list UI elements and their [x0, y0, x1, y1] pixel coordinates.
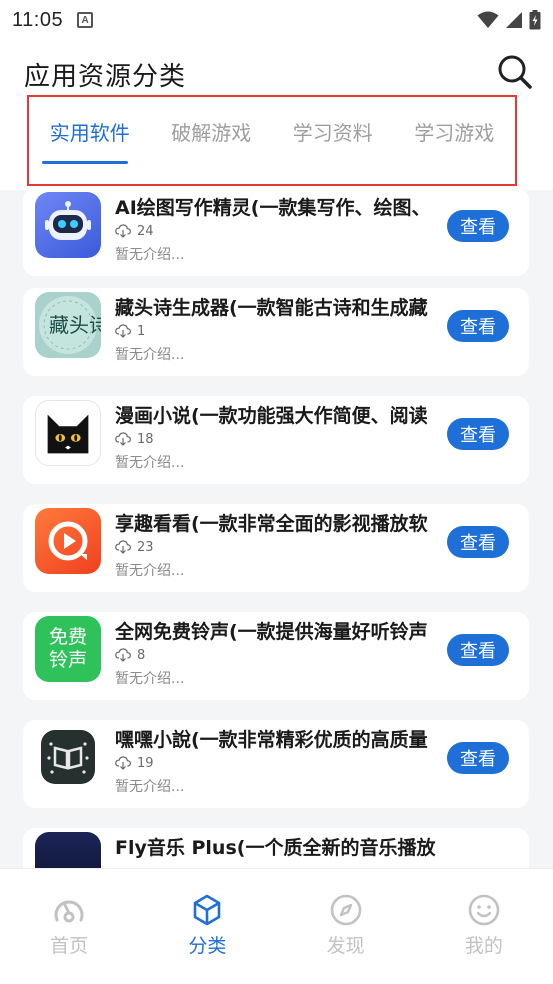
app-description: 暂无介绍...	[115, 779, 185, 795]
tab-utility-software[interactable]: 实用软件	[29, 97, 151, 164]
compass-icon	[330, 894, 361, 926]
nav-profile[interactable]: 我的	[415, 869, 553, 984]
list-item[interactable]: 漫画小说(一款功能强大作简便、阅读 18 暂无介绍... 查看	[23, 396, 529, 484]
list-item[interactable]: 嘿嘿小說(一款非常精彩优质的高质量 19 暂无介绍... 查看	[23, 720, 529, 808]
download-count: 8	[115, 647, 145, 663]
view-button[interactable]: 查看	[447, 418, 509, 450]
app-description: 暂无介绍...	[115, 347, 185, 363]
list-item[interactable]: 藏头诗 藏头诗生成器(一款智能古诗和生成藏 1 暂无介绍... 查看	[23, 288, 529, 376]
search-icon	[498, 55, 532, 89]
smile-icon	[468, 894, 500, 926]
app-name: 享趣看看(一款非常全面的影视播放软	[115, 513, 428, 535]
poem-icon-text: 藏头诗	[49, 313, 101, 337]
view-button[interactable]: 查看	[447, 526, 509, 558]
view-button[interactable]: 查看	[447, 634, 509, 666]
view-button[interactable]: 查看	[447, 210, 509, 242]
page-title: 应用资源分类	[24, 62, 187, 92]
app-description: 暂无介绍...	[115, 247, 185, 263]
cloud-download-icon	[115, 324, 131, 338]
app-name: 漫画小说(一款功能强大作简便、阅读	[115, 405, 428, 427]
tab-active-indicator	[42, 161, 128, 164]
download-count: 23	[115, 539, 154, 555]
battery-icon	[529, 10, 541, 30]
download-count-value: 19	[137, 755, 154, 771]
tab-learning-games[interactable]: 学习游戏	[394, 97, 516, 146]
tab-label: 破解游戏	[171, 121, 252, 145]
download-count: 18	[115, 431, 154, 447]
app-description: 暂无介绍...	[115, 455, 185, 471]
list-item[interactable]: AI绘图写作精灵(一款集写作、绘图、 24 暂无介绍... 查看	[23, 190, 529, 276]
cloud-download-icon	[115, 648, 131, 662]
view-button[interactable]: 查看	[447, 742, 509, 774]
download-count-value: 24	[137, 223, 154, 239]
poem-icon: 藏头诗	[35, 292, 101, 358]
ringtone-icon: 免费铃声	[35, 616, 101, 682]
download-count: 1	[115, 323, 145, 339]
status-bar: 11:05 A	[0, 0, 553, 40]
wifi-icon	[477, 11, 499, 28]
app-name: 全网免费铃声(一款提供海量好听铃声	[115, 621, 428, 643]
app-description: 暂无介绍...	[115, 671, 185, 687]
header: 应用资源分类 实用软件 破解游戏 学习资料 学习游戏	[0, 40, 553, 190]
cloud-download-icon	[115, 432, 131, 446]
nav-label: 首页	[50, 935, 89, 957]
app-description: 暂无介绍...	[115, 563, 185, 579]
view-button[interactable]: 查看	[447, 310, 509, 342]
download-count-value: 8	[137, 647, 146, 663]
home-icon	[54, 900, 84, 923]
notification-app-icon: A	[77, 12, 94, 28]
tab-study-materials[interactable]: 学习资料	[272, 97, 394, 146]
book-icon	[35, 724, 101, 790]
download-count-value: 18	[137, 431, 154, 447]
robot-icon	[35, 192, 101, 258]
app-name: AI绘图写作精灵(一款集写作、绘图、	[115, 197, 431, 219]
category-icon	[194, 894, 221, 926]
nav-label: 我的	[464, 935, 503, 957]
cat-icon	[35, 400, 101, 466]
ringtone-icon-text: 免费铃声	[48, 626, 87, 671]
download-count: 24	[115, 223, 154, 239]
bottom-nav: 首页 分类 发现 我的	[0, 868, 553, 984]
cloud-download-icon	[115, 540, 131, 554]
nav-discover[interactable]: 发现	[277, 869, 415, 984]
status-time: 11:05	[12, 8, 64, 31]
download-count-value: 1	[137, 323, 146, 339]
cloud-download-icon	[115, 224, 131, 238]
app-list[interactable]: AI绘图写作精灵(一款集写作、绘图、 24 暂无介绍... 查看 藏头诗 藏头诗…	[0, 190, 553, 868]
nav-label: 发现	[326, 935, 365, 957]
tab-label: 学习资料	[292, 121, 373, 145]
tab-label: 实用软件	[49, 121, 130, 145]
play-icon	[35, 508, 101, 574]
nav-category[interactable]: 分类	[138, 869, 276, 984]
signal-icon	[506, 12, 522, 28]
cloud-download-icon	[115, 756, 131, 770]
download-count: 19	[115, 755, 154, 771]
list-item[interactable]: Fly音乐 Plus(一个质全新的音乐播放	[23, 828, 529, 868]
nav-label: 分类	[188, 935, 227, 957]
list-item[interactable]: 享趣看看(一款非常全面的影视播放软 23 暂无介绍... 查看	[23, 504, 529, 592]
download-count-value: 23	[137, 539, 154, 555]
app-name: 藏头诗生成器(一款智能古诗和生成藏	[115, 297, 428, 319]
nav-home[interactable]: 首页	[0, 869, 138, 984]
music-icon	[35, 832, 101, 868]
category-tabs: 实用软件 破解游戏 学习资料 学习游戏	[27, 95, 517, 186]
tab-label: 学习游戏	[414, 121, 495, 145]
tab-cracked-games[interactable]: 破解游戏	[151, 97, 273, 146]
app-name: 嘿嘿小說(一款非常精彩优质的高质量	[115, 729, 428, 751]
list-item[interactable]: 免费铃声 全网免费铃声(一款提供海量好听铃声 8 暂无介绍... 查看	[23, 612, 529, 700]
search-button[interactable]	[497, 54, 533, 90]
status-indicators	[477, 10, 541, 30]
app-name: Fly音乐 Plus(一个质全新的音乐播放	[115, 837, 436, 859]
